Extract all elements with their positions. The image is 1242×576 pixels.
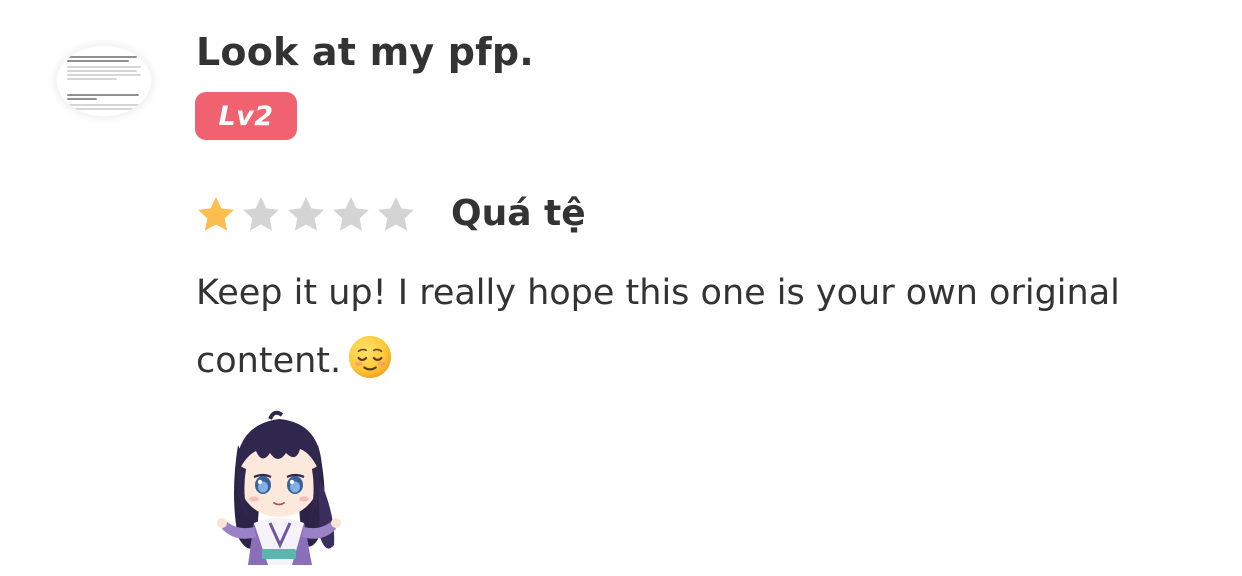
star-icon xyxy=(243,197,279,231)
star-icon xyxy=(333,197,369,231)
avatar-doc-line xyxy=(67,104,141,106)
avatar-doc-line xyxy=(67,78,117,80)
star-icon xyxy=(198,197,234,231)
star-icon xyxy=(288,197,324,231)
avatar-doc-line xyxy=(67,108,133,110)
relieved-face-icon xyxy=(349,335,392,379)
review-comment: Keep it up! I really hope this one is yo… xyxy=(196,259,1156,395)
avatar-doc-line xyxy=(67,70,137,72)
star-rating xyxy=(194,193,419,237)
avatar[interactable] xyxy=(57,46,151,116)
star-icon xyxy=(378,197,414,231)
review-comment-text: Keep it up! I really hope this one is yo… xyxy=(196,273,1120,381)
username[interactable]: Look at my pfp. xyxy=(196,30,534,74)
chibi-girl-sticker xyxy=(217,410,341,565)
rating-label: Quá tệ xyxy=(451,193,586,234)
level-badge: Lv2 xyxy=(195,92,297,140)
avatar-doc-line xyxy=(67,98,97,100)
avatar-doc-line xyxy=(67,66,141,68)
avatar-doc-line xyxy=(67,56,137,58)
avatar-doc-line xyxy=(67,60,129,62)
avatar-doc-line xyxy=(67,74,141,76)
avatar-doc-line xyxy=(67,94,139,96)
